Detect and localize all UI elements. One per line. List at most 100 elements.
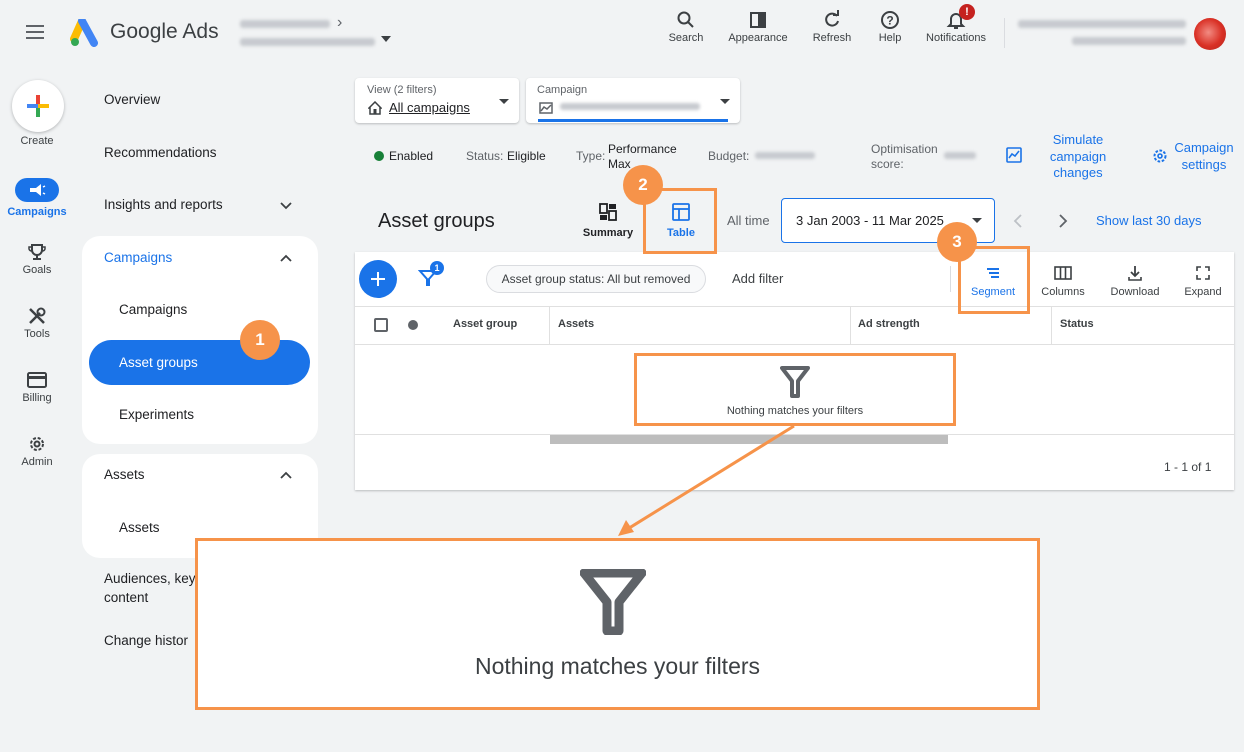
help-icon: ? — [860, 8, 920, 32]
campaign-filter-card[interactable]: Campaign — [526, 78, 740, 123]
expand-button[interactable]: Expand — [1176, 262, 1230, 298]
campaign-settings-line2[interactable]: settings — [1168, 157, 1240, 172]
status-filter-chip[interactable]: Asset group status: All but removed — [486, 265, 706, 293]
toolbar-divider — [950, 266, 951, 292]
summary-label: Summary — [582, 227, 634, 239]
empty-state-callout: Nothing matches your filters — [195, 538, 1040, 710]
avatar[interactable] — [1194, 18, 1226, 50]
summary-button[interactable]: Summary — [576, 200, 640, 239]
rail-item-billing[interactable]: Billing — [0, 368, 74, 404]
gear-icon — [0, 432, 74, 456]
download-button[interactable]: Download — [1104, 262, 1166, 298]
create-button[interactable] — [12, 80, 64, 132]
settings-gear-icon[interactable] — [1152, 148, 1168, 164]
step-badge-3: 3 — [937, 222, 977, 262]
campaign-name-blurred — [560, 103, 700, 110]
campaign-settings-line1[interactable]: Campaign — [1168, 140, 1240, 155]
columns-button[interactable]: Columns — [1034, 262, 1092, 298]
budget-label: Budget: — [708, 149, 750, 163]
help-label: Help — [878, 32, 902, 44]
chevron-left-icon[interactable] — [1012, 213, 1024, 229]
show-last-30-days-link[interactable]: Show last 30 days — [1096, 213, 1202, 228]
download-label: Download — [1110, 286, 1160, 298]
add-asset-group-button[interactable] — [359, 260, 397, 298]
status-filter-chip-label: Asset group status: All but removed — [501, 272, 691, 286]
rail-label-goals: Goals — [22, 264, 52, 276]
nav-campaigns-group[interactable]: Campaigns — [104, 250, 172, 265]
plus-icon — [27, 95, 49, 117]
nav-asset-groups: Asset groups — [119, 355, 198, 370]
header-row-top-border — [355, 306, 1234, 307]
divider — [1004, 18, 1005, 48]
rail-label-campaigns: Campaigns — [7, 206, 67, 218]
app-name: Google Ads — [110, 20, 219, 43]
menu-icon[interactable] — [26, 24, 46, 40]
highlight-empty-state — [634, 353, 956, 426]
col-separator — [1051, 306, 1052, 344]
refresh-button[interactable]: Refresh — [802, 8, 862, 44]
rail-item-campaigns[interactable]: Campaigns — [0, 178, 74, 218]
all-time-label: All time — [727, 213, 770, 228]
summary-icon — [599, 203, 617, 221]
appearance-label: Appearance — [728, 32, 788, 44]
nav-recommendations[interactable]: Recommendations — [104, 145, 217, 160]
callout-arrow — [618, 424, 795, 536]
col-assets[interactable]: Assets — [558, 318, 594, 330]
search-button[interactable]: Search — [656, 8, 716, 44]
search-icon — [656, 8, 716, 32]
nav-insights[interactable]: Insights and reports — [104, 197, 223, 212]
home-icon — [368, 101, 382, 115]
chevron-up-icon[interactable] — [279, 468, 293, 482]
simulate-icon[interactable] — [1006, 147, 1022, 163]
chevron-down-icon[interactable] — [279, 199, 293, 213]
nav-assets-group[interactable]: Assets — [104, 467, 145, 482]
help-button[interactable]: ? Help — [860, 8, 920, 44]
chevron-up-icon[interactable] — [279, 251, 293, 265]
columns-icon — [1034, 262, 1092, 284]
appearance-icon — [728, 8, 788, 32]
notifications-label: Notifications — [926, 32, 986, 44]
nav-experiments[interactable]: Experiments — [119, 407, 194, 422]
simulate-line2[interactable]: campaign — [1030, 149, 1126, 164]
notifications-button[interactable]: Notifications — [918, 8, 994, 44]
nav-change-history[interactable]: Change histor — [104, 633, 188, 648]
select-all-checkbox[interactable] — [374, 318, 388, 332]
view-filter-card[interactable]: View (2 filters) All campaigns — [355, 78, 519, 123]
nav-overview[interactable]: Overview — [104, 92, 160, 107]
expand-icon — [1176, 262, 1230, 284]
nav-audiences[interactable]: Audiences, key — [104, 571, 196, 586]
pagination-text: 1 - 1 of 1 — [1164, 460, 1212, 474]
account-chevron-icon[interactable]: › — [337, 14, 342, 32]
col-ad-strength[interactable]: Ad strength — [858, 318, 920, 330]
campaign-selected-bar — [538, 119, 728, 122]
status-column-dot — [408, 320, 418, 330]
chevron-right-icon[interactable] — [1057, 213, 1069, 229]
nav-campaigns[interactable]: Campaigns — [119, 302, 187, 317]
nav-assets[interactable]: Assets — [119, 520, 160, 535]
search-label: Search — [668, 32, 704, 44]
add-filter-button[interactable]: Add filter — [732, 271, 783, 286]
megaphone-icon — [15, 178, 59, 202]
optimisation-label-1: Optimisation — [871, 142, 938, 156]
top-bar: Google Ads › Search Appearance Refresh ?… — [0, 0, 1244, 66]
simulate-line1[interactable]: Simulate — [1030, 132, 1126, 147]
step-badge-1: 1 — [240, 320, 280, 360]
rail-item-tools[interactable]: Tools — [0, 304, 74, 340]
optimisation-label-2: score: — [871, 157, 904, 171]
simulate-line3[interactable]: changes — [1030, 165, 1126, 180]
view-filter-value: All campaigns — [389, 100, 470, 115]
nav-content[interactable]: content — [104, 590, 148, 605]
col-asset-group[interactable]: Asset group — [453, 318, 517, 330]
appearance-button[interactable]: Appearance — [728, 8, 788, 44]
google-ads-logo-icon — [70, 19, 102, 47]
rail-item-admin[interactable]: Admin — [0, 432, 74, 468]
expand-label: Expand — [1184, 286, 1222, 298]
enabled-status[interactable]: Enabled — [389, 149, 433, 163]
col-status[interactable]: Status — [1060, 318, 1094, 330]
user-email-blurred — [1018, 20, 1186, 28]
card-icon — [0, 368, 74, 392]
notification-badge: ! — [959, 4, 975, 20]
rail-item-goals[interactable]: Goals — [0, 240, 74, 276]
account-dropdown-icon[interactable] — [381, 36, 391, 42]
rail-label-admin: Admin — [21, 456, 53, 468]
